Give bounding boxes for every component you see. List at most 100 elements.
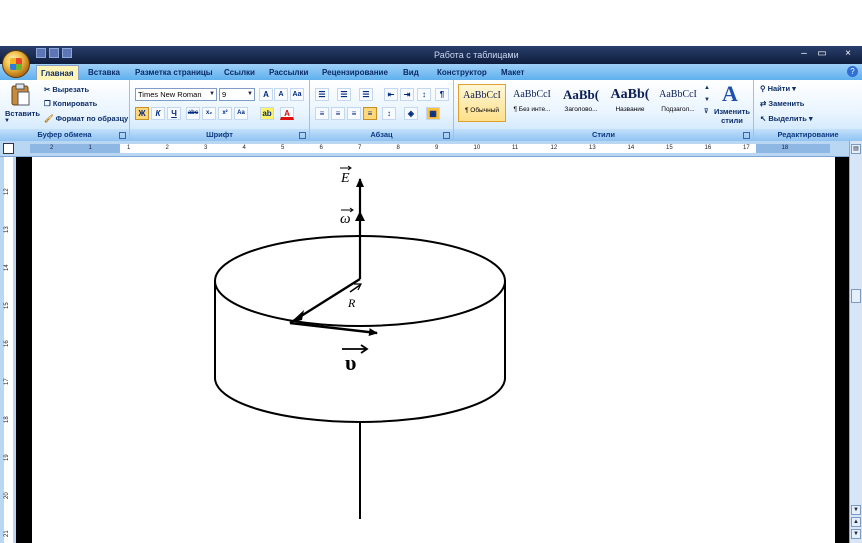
ruler-number: 2 — [165, 145, 169, 151]
font-name-value: Times New Roman — [138, 90, 202, 99]
paste-icon[interactable] — [11, 83, 31, 107]
paste-dropdown-icon[interactable]: ▼ — [4, 118, 10, 124]
ruler-number: 9 — [435, 145, 439, 151]
clipboard-group: Вставить ▼ ✂ Вырезать ❐ Копировать 🖌 Фор… — [0, 80, 130, 141]
font-group: Times New Roman ▼ 9 ▼ A A Aa Ж К Ч abc x₂ … — [130, 80, 310, 141]
tab-review[interactable]: Рецензирование — [322, 65, 388, 80]
minimize-button[interactable]: – — [796, 47, 812, 61]
styles-launcher-icon[interactable] — [743, 132, 750, 139]
ruler-toggle-icon[interactable]: ▤ — [851, 144, 861, 154]
vruler-number: 17 — [4, 378, 10, 385]
style-subtitle[interactable]: AaBbCcI Подзагол... — [654, 84, 702, 122]
save-icon[interactable] — [36, 48, 46, 58]
line-spacing-icon[interactable]: ↕ — [382, 107, 396, 120]
clear-formatting-icon[interactable]: Aa — [290, 88, 304, 101]
paste-button[interactable]: Вставить — [5, 109, 40, 118]
font-size-value: 9 — [222, 90, 227, 99]
grow-font-icon[interactable]: A — [259, 88, 273, 101]
change-styles-icon[interactable]: A — [720, 82, 742, 104]
cut-button[interactable]: ✂ Вырезать — [44, 85, 89, 94]
bold-icon[interactable]: Ж — [135, 107, 149, 120]
help-icon[interactable]: ? — [847, 66, 858, 77]
office-button[interactable] — [2, 50, 30, 78]
tab-layout[interactable]: Макет — [501, 65, 524, 80]
clipboard-launcher-icon[interactable] — [119, 132, 126, 139]
subscript-icon[interactable]: x₂ — [202, 107, 216, 120]
scroll-down-icon[interactable]: ▼ — [851, 505, 861, 515]
title-bar: Работа с таблицами – ▭ × — [0, 46, 862, 64]
ruler-number: 13 — [589, 145, 596, 151]
office-logo-icon — [10, 58, 22, 70]
undo-icon[interactable] — [49, 48, 59, 58]
tab-design[interactable]: Конструктор — [437, 65, 487, 80]
underline-icon[interactable]: Ч — [167, 107, 181, 120]
format-painter-button[interactable]: 🖌 Формат по образцу — [44, 114, 128, 123]
select-button[interactable]: ↖ Выделить ▾ — [760, 114, 813, 123]
vruler-number: 18 — [4, 416, 10, 423]
label-E: E — [340, 171, 350, 186]
strikethrough-icon[interactable]: abc — [186, 107, 200, 120]
tab-insert[interactable]: Вставка — [88, 65, 120, 80]
redo-icon[interactable] — [62, 48, 72, 58]
prev-page-icon[interactable]: ▲ — [851, 517, 861, 527]
align-center-icon[interactable]: ≡ — [331, 107, 345, 120]
font-color-icon[interactable]: A — [280, 107, 294, 120]
change-styles-button[interactable]: Изменить стили — [712, 107, 752, 125]
tab-references[interactable]: Ссылки — [224, 65, 255, 80]
ruler-left-margin — [30, 144, 120, 153]
scroll-thumb[interactable] — [851, 289, 861, 303]
style-heading[interactable]: AaBb( Заголово... — [557, 84, 605, 122]
shrink-font-icon[interactable]: A — [274, 88, 288, 101]
replace-button[interactable]: ⇄ Заменить — [760, 99, 804, 108]
ruler-number: 14 — [627, 145, 635, 151]
align-right-icon[interactable]: ≡ — [347, 107, 361, 120]
style-sample: AaBbCcI — [463, 90, 501, 101]
italic-icon[interactable]: К — [151, 107, 165, 120]
copy-button[interactable]: ❐ Копировать — [44, 99, 97, 108]
label-R: R — [347, 296, 356, 310]
highlight-icon[interactable]: ab — [260, 107, 274, 120]
font-size-combo[interactable]: 9 ▼ — [219, 88, 255, 101]
numbering-icon[interactable]: ☰ — [337, 88, 351, 101]
font-name-combo[interactable]: Times New Roman ▼ — [135, 88, 217, 101]
sort-icon[interactable]: ↕ — [417, 88, 431, 101]
vruler-number: 19 — [4, 454, 10, 461]
vertical-scrollbar[interactable]: ▤ ▼ ▲ ▼ — [849, 141, 862, 543]
tab-page-layout[interactable]: Разметка страницы — [135, 65, 213, 80]
decrease-indent-icon[interactable]: ⇤ — [384, 88, 398, 101]
style-sample: AaBb( — [610, 87, 650, 102]
document-page[interactable]: E ω R υ — [32, 157, 835, 543]
tab-home[interactable]: Главная — [36, 65, 79, 80]
align-left-icon[interactable]: ≡ — [315, 107, 329, 120]
change-case-icon[interactable]: Aa — [234, 107, 248, 120]
ruler-number: 1 — [127, 145, 131, 151]
format-painter-label: Формат по образцу — [55, 114, 129, 123]
superscript-icon[interactable]: x² — [218, 107, 232, 120]
find-label: Найти — [767, 84, 791, 93]
styles-scroll-icon[interactable]: ▲ ▼ ⊽ — [704, 82, 710, 118]
tab-selector-icon[interactable] — [3, 143, 14, 154]
justify-icon[interactable]: ≡ — [363, 107, 377, 120]
tab-view[interactable]: Вид — [403, 65, 419, 80]
horizontal-ruler[interactable]: 2 1 1 2 3 4 5 6 7 8 9 10 11 12 13 14 15 16 17 18 — [0, 141, 862, 157]
close-button[interactable]: × — [840, 47, 856, 61]
find-button[interactable]: ⚲ Найти ▾ — [760, 84, 796, 93]
ruler-number: 18 — [781, 145, 789, 151]
bullets-icon[interactable]: ☰ — [315, 88, 329, 101]
next-page-icon[interactable]: ▼ — [851, 529, 861, 539]
style-title[interactable]: AaBb( Название — [606, 84, 654, 122]
pilcrow-icon[interactable]: ¶ — [435, 88, 449, 101]
chevron-down-icon: ▼ — [209, 91, 215, 97]
multilevel-list-icon[interactable]: ☰ — [359, 88, 373, 101]
vertical-ruler[interactable]: 12 13 14 15 16 17 18 19 20 21 — [0, 157, 16, 543]
paragraph-launcher-icon[interactable] — [443, 132, 450, 139]
restore-button[interactable]: ▭ — [814, 47, 830, 61]
increase-indent-icon[interactable]: ⇥ — [400, 88, 414, 101]
tab-mailings[interactable]: Рассылки — [269, 65, 308, 80]
font-launcher-icon[interactable] — [299, 132, 306, 139]
shading-icon[interactable]: ◈ — [404, 107, 418, 120]
style-normal[interactable]: AaBbCcI ¶ Обычный — [458, 84, 506, 122]
style-no-spacing[interactable]: AaBbCcI ¶ Без инте... — [508, 84, 556, 122]
ruler-number: 1 — [88, 145, 92, 151]
borders-icon[interactable]: ▦ — [426, 107, 440, 120]
